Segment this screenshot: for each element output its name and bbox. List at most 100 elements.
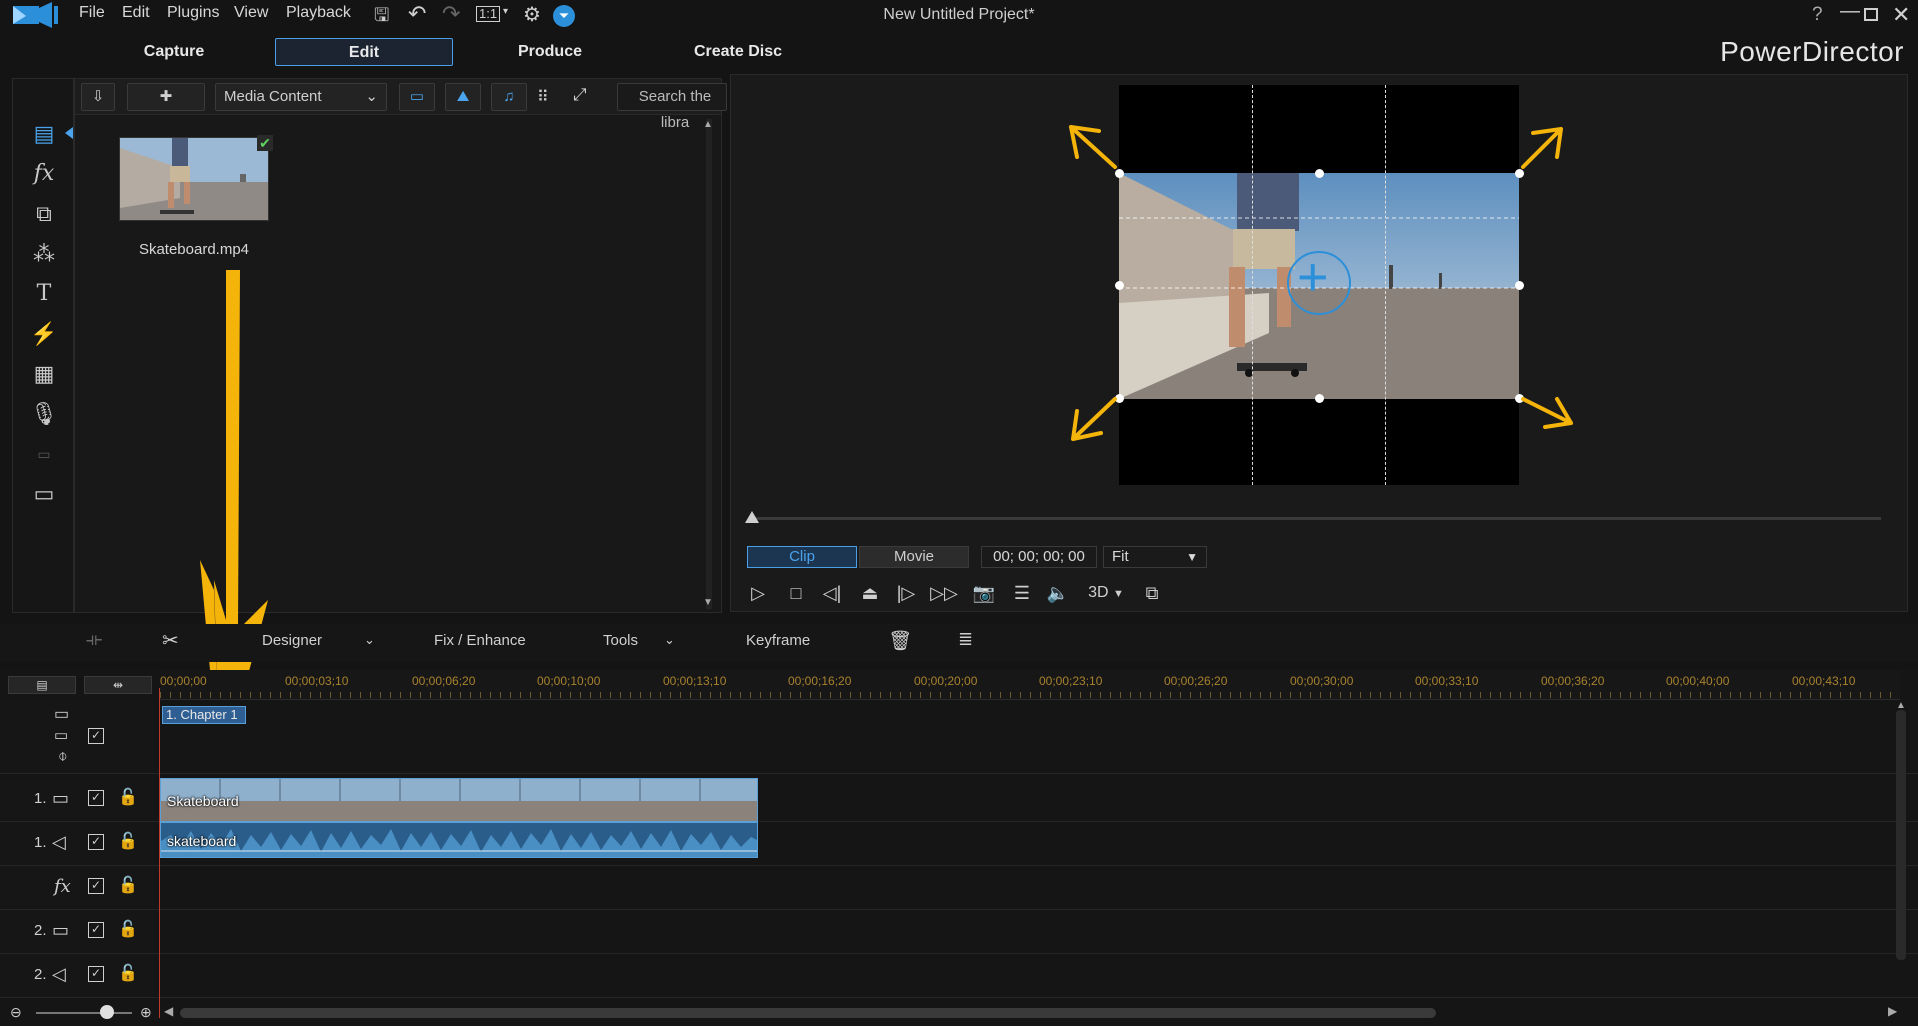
preview-scrub-bar[interactable] — [751, 517, 1881, 520]
filter-image-icon[interactable]: ⛰ — [445, 83, 481, 111]
resize-handle[interactable] — [1115, 169, 1124, 178]
import-media-icon[interactable]: ⇩ — [81, 83, 115, 111]
timeline-ruler[interactable]: 00;00;00 00;00;03;10 00;00;06;20 00;00;1… — [160, 670, 1900, 700]
scroll-left-icon[interactable]: ◀ — [164, 1004, 173, 1018]
unlock-icon[interactable]: 🔓 — [118, 963, 138, 983]
fit-timeline-icon[interactable]: ⇹ — [84, 676, 152, 694]
voiceover-room-icon[interactable]: 🎙 — [27, 399, 61, 429]
chapter-marker[interactable]: 1. Chapter 1 — [162, 706, 246, 724]
help-icon[interactable]: ? — [1812, 4, 1823, 26]
audio-waveform — [161, 829, 757, 857]
scrub-thumb[interactable] — [745, 511, 759, 523]
particle-room-icon[interactable]: ⁂ — [27, 239, 61, 269]
split-track-icon[interactable]: ⟛ — [86, 629, 102, 650]
track-enable-checkbox[interactable]: ✓ — [88, 966, 104, 982]
timeline-playhead[interactable] — [159, 688, 160, 1018]
fx-room-icon[interactable]: fx — [27, 159, 61, 189]
resize-handle[interactable] — [1115, 394, 1124, 403]
maximize-icon[interactable] — [1864, 8, 1878, 21]
minimize-icon[interactable]: — — [1840, 0, 1860, 23]
scroll-up-icon[interactable]: ▲ — [703, 119, 713, 130]
split-scissors-icon[interactable]: ✂ — [162, 628, 179, 653]
fix-enhance-button[interactable]: Fix / Enhance — [434, 632, 526, 649]
track-enable-checkbox[interactable]: ✓ — [88, 790, 104, 806]
scroll-right-icon[interactable]: ▶ — [1888, 1004, 1897, 1018]
zoom-slider-track[interactable] — [36, 1012, 132, 1014]
resize-handle[interactable] — [1315, 169, 1324, 178]
delete-trash-icon[interactable]: 🗑 — [888, 629, 912, 653]
tab-edit[interactable]: Edit — [275, 38, 453, 66]
guide-line — [1252, 85, 1253, 485]
fullscreen-icon[interactable]: ⤢ — [573, 85, 587, 105]
filter-audio-icon[interactable]: ♫ — [491, 83, 527, 111]
more-features-icon[interactable]: ≣ — [958, 629, 973, 650]
media-thumbnail[interactable] — [119, 137, 269, 221]
filter-video-icon[interactable]: ▭ — [399, 83, 435, 111]
timeline-panel: ▤ ⇹ 00;00;00 00;00;03;10 00;00;06;20 00;… — [0, 670, 1918, 1026]
resize-handle[interactable] — [1315, 394, 1324, 403]
zoom-in-icon[interactable]: ⊕ — [140, 1004, 152, 1021]
undock-preview-icon[interactable]: ⧉ — [1137, 579, 1167, 607]
grid-view-icon[interactable]: ⠿ — [537, 87, 549, 107]
resize-handle[interactable] — [1515, 169, 1524, 178]
unlock-icon[interactable]: 🔓 — [118, 787, 138, 807]
audio-clip[interactable]: skateboard — [160, 822, 758, 858]
fast-forward-icon[interactable]: ▷▷ — [929, 579, 959, 607]
zoom-fit-select[interactable]: Fit ▼ — [1103, 546, 1207, 568]
tools-menu[interactable]: Tools — [603, 632, 638, 649]
next-frame-icon[interactable]: |▷ — [891, 579, 921, 607]
zoom-slider-thumb[interactable] — [100, 1005, 114, 1019]
title-room-icon[interactable]: T — [27, 279, 61, 309]
subtitle-room-icon[interactable]: ▭ — [27, 479, 61, 509]
chevron-down-icon[interactable]: ⌄ — [664, 632, 675, 648]
close-icon[interactable]: ✕ — [1892, 2, 1910, 28]
resize-handle[interactable] — [1515, 394, 1524, 403]
chapter-room-icon[interactable]: ▭ — [27, 439, 61, 469]
play-icon[interactable]: ▷ — [743, 579, 773, 607]
tab-create-disc[interactable]: Create Disc — [686, 38, 790, 66]
previous-frame-icon[interactable]: ◁| — [817, 579, 847, 607]
tab-capture[interactable]: Capture — [124, 38, 224, 66]
mode-movie-button[interactable]: Movie — [859, 546, 969, 568]
zoom-out-icon[interactable]: ⊖ — [10, 1004, 22, 1021]
marker-pin-icon: ⌽ — [58, 748, 68, 765]
library-scrollbar[interactable] — [706, 119, 712, 609]
scroll-down-icon[interactable]: ▼ — [703, 597, 713, 608]
split-marker-icon[interactable]: ⏏ — [855, 579, 885, 607]
resize-handle[interactable] — [1115, 281, 1124, 290]
resize-handle[interactable] — [1515, 281, 1524, 290]
tick-label: 00;00;13;10 — [663, 674, 727, 688]
unlock-icon[interactable]: 🔓 — [118, 919, 138, 939]
scroll-up-icon[interactable]: ▲ — [1896, 700, 1906, 711]
menu-bar: File Edit Plugins View Playback 🖫 ↶ ↷ 1:… — [0, 0, 1918, 30]
pip-room-icon[interactable]: ⧉ — [27, 199, 61, 229]
chevron-down-icon[interactable]: ⌄ — [364, 632, 375, 648]
tab-produce[interactable]: Produce — [500, 38, 600, 66]
timeline-horizontal-scrollbar[interactable] — [180, 1008, 1436, 1018]
transition-room-icon[interactable]: ⚡ — [27, 319, 61, 349]
media-room-icon[interactable]: ▤ — [27, 119, 61, 149]
track-manager-icon[interactable]: ▤ — [8, 676, 76, 694]
preview-panel: + Clip Movie 00; 00; 00; 00 Fit ▼ ▷ □ ◁|… — [730, 74, 1908, 612]
stereo-3d-toggle[interactable]: 3D ▼ — [1081, 579, 1131, 607]
timecode-display[interactable]: 00; 00; 00; 00 — [981, 546, 1097, 568]
video-clip[interactable]: Skateboard — [160, 778, 758, 822]
subtitle-track-checkbox[interactable]: ✓ — [88, 728, 104, 744]
designer-menu[interactable]: Designer — [262, 632, 322, 649]
keyframe-button[interactable]: Keyframe — [746, 632, 810, 649]
stop-icon[interactable]: □ — [781, 579, 811, 607]
snapshot-camera-icon[interactable]: 📷 — [969, 579, 999, 607]
subtitles-icon[interactable]: ☰ — [1007, 579, 1037, 607]
track-enable-checkbox[interactable]: ✓ — [88, 834, 104, 850]
media-content-select[interactable]: Media Content ⌄ — [215, 83, 387, 111]
track-enable-checkbox[interactable]: ✓ — [88, 922, 104, 938]
plugins-puzzle-icon[interactable]: ✚ — [127, 83, 205, 111]
unlock-icon[interactable]: 🔓 — [118, 831, 138, 851]
track-enable-checkbox[interactable]: ✓ — [88, 878, 104, 894]
timeline-vertical-scrollbar[interactable] — [1896, 710, 1906, 960]
library-search-input[interactable]: Search the libra — [617, 83, 727, 131]
audio-mixing-room-icon[interactable]: ▦ — [27, 359, 61, 389]
unlock-icon[interactable]: 🔓 — [118, 875, 138, 895]
volume-icon[interactable]: 🔈 — [1043, 579, 1073, 607]
mode-clip-button[interactable]: Clip — [747, 546, 857, 568]
